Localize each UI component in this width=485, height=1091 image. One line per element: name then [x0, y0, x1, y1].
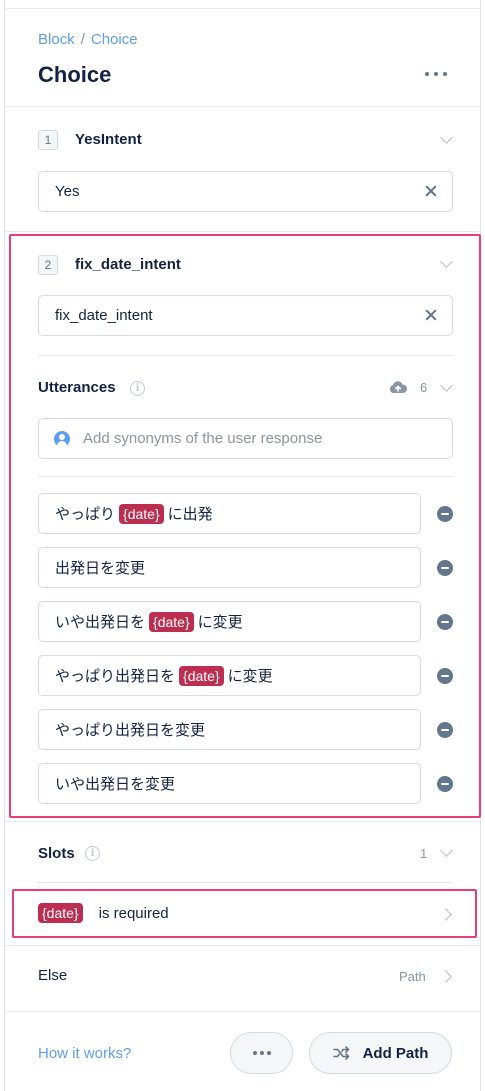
divider	[37, 882, 452, 883]
chevron-down-icon[interactable]	[440, 131, 453, 144]
shuffle-icon	[332, 1046, 349, 1060]
add-path-label: Add Path	[362, 1044, 429, 1062]
divider	[5, 945, 480, 946]
breadcrumb-separator: /	[80, 31, 85, 48]
page-title: Choice	[38, 62, 112, 87]
divider	[5, 821, 480, 822]
else-label: Else	[38, 967, 68, 984]
intent-field-value: Yes	[55, 183, 80, 200]
breadcrumb-parent[interactable]: Block	[38, 31, 75, 48]
intent-field[interactable]: Yes	[38, 171, 453, 212]
top-border	[5, 8, 480, 9]
intent-name: YesIntent	[75, 131, 142, 148]
divider	[5, 106, 480, 107]
how-it-works-link[interactable]: How it works?	[38, 1045, 131, 1062]
info-icon[interactable]: i	[85, 846, 100, 861]
slot-count: 1	[420, 846, 428, 861]
breadcrumb-current[interactable]: Choice	[91, 31, 138, 48]
more-options-icon[interactable]	[425, 66, 447, 82]
add-path-button[interactable]: Add Path	[309, 1032, 452, 1074]
more-horizontal-icon	[252, 1051, 271, 1055]
close-icon[interactable]	[424, 184, 438, 198]
highlight-slot-box	[12, 889, 477, 938]
slots-label: Slots	[38, 845, 75, 862]
intent-number-badge: 1	[38, 130, 58, 150]
breadcrumb: Block / Choice	[38, 31, 138, 48]
else-path-label[interactable]: Path	[399, 969, 426, 984]
highlight-intent-box	[9, 234, 481, 818]
chevron-down-icon[interactable]	[440, 844, 453, 857]
divider	[5, 1011, 480, 1012]
divider	[5, 231, 480, 232]
more-actions-button[interactable]	[230, 1032, 293, 1074]
chevron-right-icon[interactable]	[439, 970, 452, 983]
